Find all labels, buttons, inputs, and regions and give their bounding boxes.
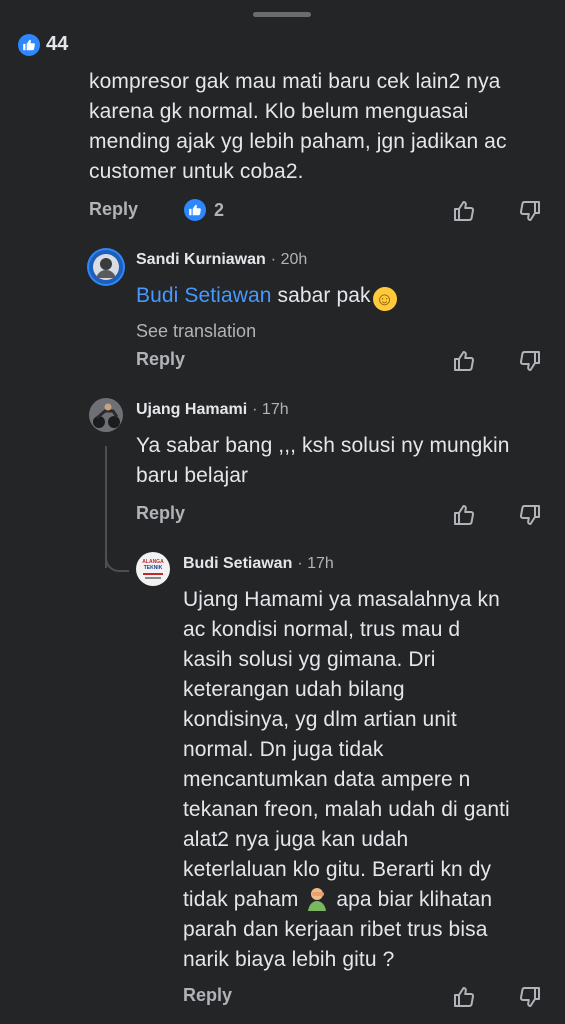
comment-line: keterlaluan klo gitu. Berarti kn dy bbox=[183, 858, 492, 881]
avatar-logo: ALANGA TEKNIK bbox=[136, 552, 170, 586]
reply-button[interactable]: Reply bbox=[183, 985, 232, 1006]
author-name[interactable]: Ujang Hamami bbox=[136, 401, 247, 419]
mention-link[interactable]: Budi Setiawan bbox=[136, 284, 272, 307]
comment-header: Ujang Hamami · 17h bbox=[136, 401, 289, 419]
comment-line: narik biaya lebih gitu ? bbox=[183, 948, 395, 971]
reaction-summary[interactable]: 44 bbox=[18, 33, 68, 56]
like-count-text: 2 bbox=[214, 199, 225, 220]
timestamp: · 17h bbox=[297, 555, 334, 572]
comment-line: keterangan udah bilang bbox=[183, 678, 405, 701]
comment-line: mending ajak yg lebih paham, jgn jadikan… bbox=[89, 130, 507, 153]
dislike-button[interactable] bbox=[516, 347, 544, 375]
profile-photo bbox=[89, 398, 123, 432]
comment-header: Sandi Kurniawan · 20h bbox=[136, 251, 307, 269]
thumbs-down-icon bbox=[519, 201, 540, 221]
comment-line: Ujang Hamami ya masalahnya kn bbox=[183, 588, 500, 611]
comment-line: alat2 nya juga kan udah bbox=[183, 828, 409, 851]
like-button[interactable] bbox=[450, 347, 478, 375]
timestamp: · 20h bbox=[270, 251, 308, 268]
timestamp: · 17h bbox=[252, 401, 289, 418]
comment-line: normal. Dn juga tidak bbox=[183, 738, 384, 761]
see-translation-link[interactable]: See translation bbox=[136, 321, 256, 342]
author-name[interactable]: Budi Setiawan bbox=[183, 555, 292, 573]
author-name[interactable]: Sandi Kurniawan bbox=[136, 251, 266, 269]
comment-line: ac kondisi normal, trus mau d bbox=[183, 618, 461, 641]
comment-text: kompresor gak mau mati baru cek lain2 ny… bbox=[89, 67, 507, 187]
like-button[interactable] bbox=[450, 983, 478, 1011]
comment-like-count[interactable]: 2 bbox=[184, 199, 224, 221]
comment-line: tidak paham apa biar klihatan bbox=[183, 885, 553, 915]
comment-text-span: tidak paham bbox=[183, 888, 305, 911]
thumbs-up-icon bbox=[454, 201, 475, 221]
facepalm-emoji bbox=[304, 885, 330, 911]
reaction-count: 44 bbox=[46, 33, 69, 55]
comment-text: Ujang Hamami ya masalahnya kn ac kondisi… bbox=[183, 585, 553, 975]
comment-line: karena gk normal. Klo belum menguasai bbox=[89, 100, 469, 123]
comment-line: kondisinya, yg dlm artian unit bbox=[183, 708, 457, 731]
comment-header: Budi Setiawan · 17h bbox=[183, 555, 334, 573]
reply-button[interactable]: Reply bbox=[136, 503, 185, 524]
like-button[interactable] bbox=[450, 501, 478, 529]
dislike-button[interactable] bbox=[516, 197, 544, 225]
comment-line: kasih solusi yg gimana. Dri bbox=[183, 648, 436, 671]
comment-line: baru belajar bbox=[136, 464, 249, 487]
comment-line: parah dan kerjaan ribet trus bisa bbox=[183, 918, 488, 941]
comment-text: Ya sabar bang ,,, ksh solusi ny mungkin … bbox=[136, 431, 510, 491]
avatar[interactable] bbox=[89, 250, 123, 284]
comment-line: mencantumkan data ampere n bbox=[183, 768, 471, 791]
dislike-button[interactable] bbox=[516, 501, 544, 529]
thumbs-down-icon bbox=[519, 987, 540, 1007]
thumbs-up-icon bbox=[454, 505, 475, 525]
comment-text-span: apa biar klihatan bbox=[330, 888, 493, 911]
dislike-button[interactable] bbox=[516, 983, 544, 1011]
reply-button[interactable]: Reply bbox=[89, 199, 138, 220]
like-reaction-icon bbox=[184, 199, 206, 221]
comment-text-span: sabar pak bbox=[271, 284, 371, 307]
comment-line: tekanan freon, malah udah di ganti bbox=[183, 798, 510, 821]
comment-text: Budi Setiawan sabar pak ☺ bbox=[136, 281, 397, 311]
comment-line: customer untuk coba2. bbox=[89, 160, 304, 183]
avatar[interactable] bbox=[89, 398, 123, 432]
smiling-face-emoji: ☺ bbox=[372, 287, 397, 311]
comment-line: kompresor gak mau mati baru cek lain2 ny… bbox=[89, 70, 501, 93]
thread-connector-elbow bbox=[105, 548, 129, 572]
like-button[interactable] bbox=[450, 197, 478, 225]
avatar[interactable]: ALANGA TEKNIK bbox=[136, 552, 170, 586]
thumbs-up-icon bbox=[454, 987, 475, 1007]
sheet-drag-handle[interactable] bbox=[253, 12, 311, 17]
reply-button[interactable]: Reply bbox=[136, 349, 185, 370]
thumbs-up-icon bbox=[454, 351, 475, 371]
thumbs-down-icon bbox=[519, 351, 540, 371]
comment-line: Ya sabar bang ,,, ksh solusi ny mungkin bbox=[136, 434, 510, 457]
like-reaction-icon bbox=[18, 33, 40, 56]
thumbs-down-icon bbox=[519, 505, 540, 525]
profile-photo bbox=[93, 254, 119, 280]
